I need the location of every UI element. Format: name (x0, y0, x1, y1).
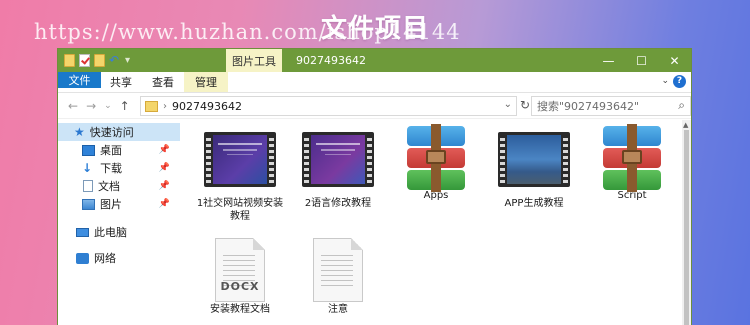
banner-title: 文件项目 (320, 14, 429, 44)
pin-icon: 📌 (158, 199, 170, 209)
video-thumbnail (192, 132, 288, 192)
chevron-right-icon[interactable]: › (163, 101, 167, 112)
nav-item-documents[interactable]: 文档 📌 (58, 177, 180, 195)
explorer-window: ↶ ▾ 图片工具 9027493642 — ☐ ✕ 文件 主页 共享 查看 管理… (57, 48, 692, 325)
search-icon[interactable]: ⌕ (678, 98, 685, 113)
vertical-scrollbar[interactable]: ▲ (682, 120, 691, 325)
forward-arrow-icon[interactable]: → (86, 99, 96, 113)
title-bar: ↶ ▾ 图片工具 9027493642 — ☐ ✕ (58, 49, 691, 72)
file-name: 2语言修改教程 (304, 198, 372, 209)
nav-label: 文档 (98, 180, 120, 193)
folder-icon (145, 100, 158, 112)
file-name: APP生成教程 (504, 198, 564, 209)
file-extension: DOCX (220, 280, 260, 293)
network-icon (76, 252, 89, 264)
nav-label: 网络 (94, 252, 116, 265)
archive-icon (388, 124, 484, 192)
file-item[interactable]: DOCX 安装教程文档 (192, 238, 288, 316)
quick-access-toolbar: ↶ ▾ (58, 49, 226, 72)
scroll-thumb[interactable] (684, 130, 689, 325)
pin-icon: 📌 (158, 145, 170, 155)
minimize-button[interactable]: — (592, 49, 625, 72)
search-placeholder: 搜索"9027493642" (537, 100, 640, 113)
file-item[interactable]: APP生成教程 (486, 129, 582, 210)
navigation-pane: ★ 快速访问 桌面 📌 ↓ 下载 📌 文档 📌 图片 📌 此电脑 网络 (58, 120, 180, 325)
close-button[interactable]: ✕ (658, 49, 691, 72)
docx-file-icon: DOCX (192, 238, 288, 302)
nav-label: 桌面 (100, 144, 122, 157)
maximize-button[interactable]: ☐ (625, 49, 658, 72)
tab-manage[interactable]: 管理 (184, 72, 228, 92)
tab-file[interactable]: 文件 (58, 72, 101, 88)
folder-icon[interactable] (64, 54, 75, 67)
download-icon: ↓ (82, 161, 93, 175)
address-bar[interactable]: › 9027493642 ⌄ (140, 96, 517, 116)
desktop-icon (82, 144, 95, 156)
nav-item-quick-access[interactable]: ★ 快速访问 (58, 123, 180, 141)
new-folder-icon[interactable] (94, 54, 105, 67)
tab-share[interactable]: 共享 (100, 72, 142, 92)
pictures-icon (82, 198, 95, 210)
back-arrow-icon[interactable]: ← (68, 99, 78, 113)
recent-dropdown-icon[interactable]: ⌄ (104, 101, 112, 111)
nav-item-pictures[interactable]: 图片 📌 (58, 195, 180, 213)
scroll-up-icon[interactable]: ▲ (683, 121, 688, 129)
nav-item-network[interactable]: 网络 (58, 249, 180, 267)
nav-label: 图片 (100, 198, 122, 211)
pin-icon: 📌 (158, 163, 170, 173)
file-item[interactable]: Script (584, 124, 680, 202)
customize-qat-icon[interactable]: ▾ (125, 55, 130, 66)
refresh-icon[interactable]: ↻ (520, 98, 530, 112)
nav-label: 下载 (100, 162, 123, 175)
window-title: 9027493642 (296, 54, 366, 67)
file-item[interactable]: 1社交网站视频安装教程 (192, 129, 288, 223)
computer-icon (76, 227, 89, 237)
file-list: 1社交网站视频安装教程 2语言修改教程 Apps APP生成教程 Script … (180, 120, 682, 325)
file-name: 1社交网站视频安装教程 (196, 198, 284, 222)
ribbon-tabs: 文件 主页 共享 查看 管理 ⌄ ? (58, 72, 691, 93)
nav-item-this-pc[interactable]: 此电脑 (58, 223, 180, 241)
file-item[interactable]: Apps (388, 124, 484, 202)
expand-ribbon-icon[interactable]: ⌄ (661, 76, 669, 86)
address-dropdown-icon[interactable]: ⌄ (504, 99, 512, 110)
file-item[interactable]: 注意 (290, 238, 386, 316)
up-arrow-icon[interactable]: ↑ (120, 99, 130, 113)
nav-item-desktop[interactable]: 桌面 📌 (58, 141, 180, 159)
archive-icon (584, 124, 680, 192)
address-path[interactable]: 9027493642 (172, 100, 242, 113)
star-icon: ★ (74, 125, 85, 139)
search-input[interactable]: 搜索"9027493642" ⌕ (531, 96, 691, 116)
properties-icon[interactable] (79, 54, 90, 67)
help-icon[interactable]: ? (673, 75, 686, 88)
video-thumbnail (290, 132, 386, 192)
nav-label: 快速访问 (89, 126, 134, 139)
file-name: 注意 (328, 304, 348, 315)
file-item[interactable]: 2语言修改教程 (290, 129, 386, 210)
navigation-buttons: ← → ⌄ ↑ (58, 99, 140, 113)
address-row: ← → ⌄ ↑ › 9027493642 ⌄ ↻ 搜索"9027493642" … (58, 93, 691, 119)
document-icon (83, 180, 93, 192)
tab-view[interactable]: 查看 (142, 72, 184, 92)
file-name: 安装教程文档 (210, 304, 270, 315)
window-controls: — ☐ ✕ (592, 49, 691, 72)
context-tab-picture-tools: 图片工具 (226, 49, 282, 72)
explorer-body: ★ 快速访问 桌面 📌 ↓ 下载 📌 文档 📌 图片 📌 此电脑 网络 1社交网… (58, 120, 691, 325)
undo-icon[interactable]: ↶ (109, 54, 121, 67)
nav-label: 此电脑 (94, 226, 127, 239)
text-file-icon (290, 238, 386, 302)
pin-icon: 📌 (158, 181, 170, 191)
nav-item-downloads[interactable]: ↓ 下载 📌 (58, 159, 180, 177)
video-thumbnail (486, 132, 582, 192)
